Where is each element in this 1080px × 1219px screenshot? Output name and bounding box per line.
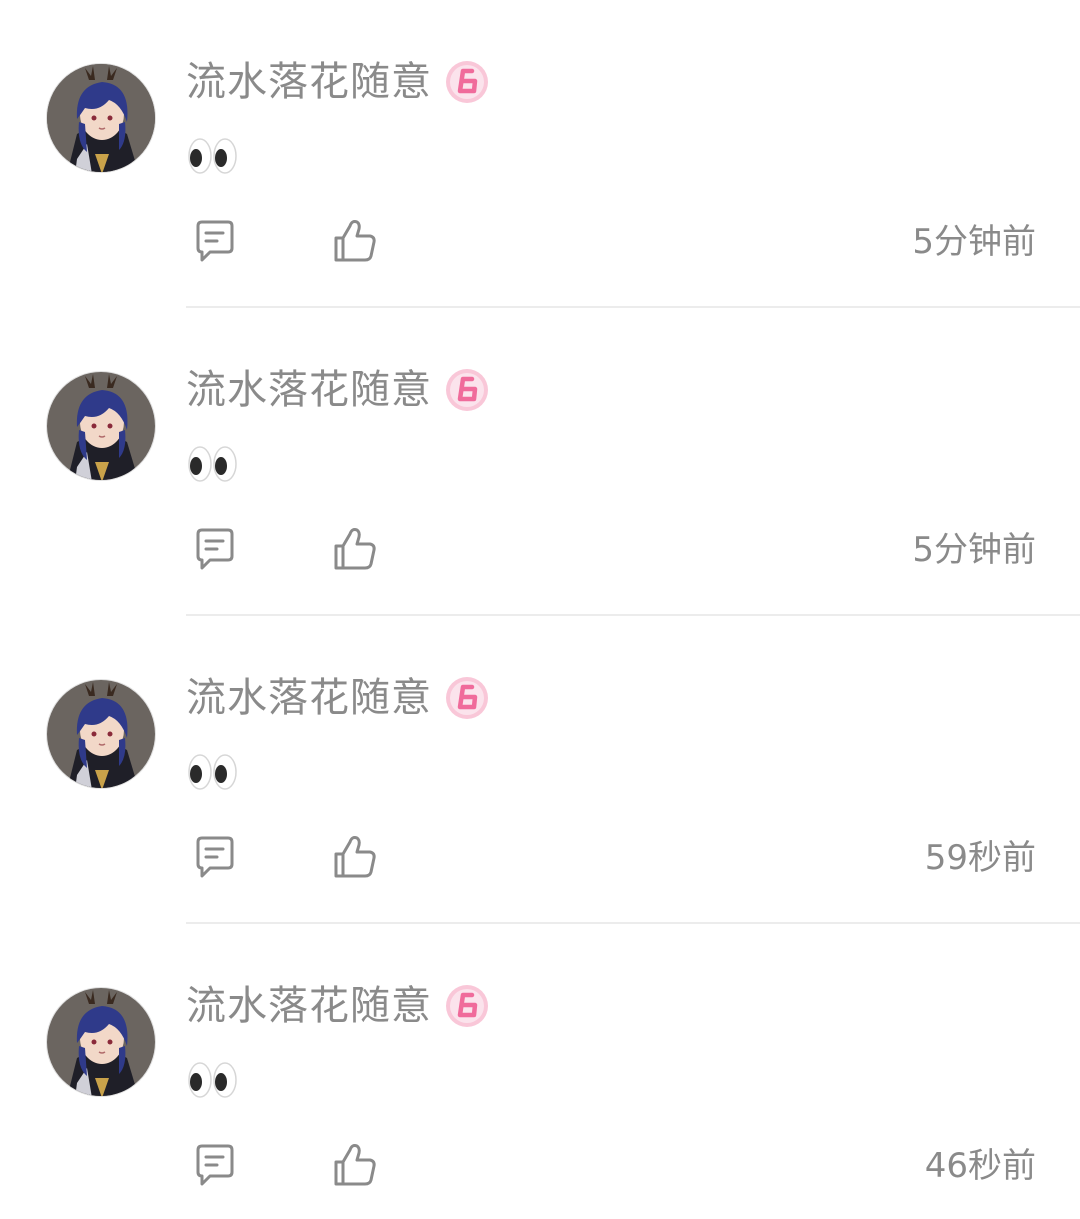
user-avatar[interactable] bbox=[46, 371, 156, 481]
thumbs-up-icon[interactable] bbox=[330, 216, 378, 264]
comment-actions: 5分钟前 bbox=[186, 214, 1036, 270]
eyes-emoji-icon bbox=[188, 136, 238, 176]
eyes-emoji-icon bbox=[188, 752, 238, 792]
comment-content bbox=[188, 132, 238, 180]
username-row: 流水落花随意 bbox=[186, 52, 490, 112]
user-avatar[interactable] bbox=[46, 63, 156, 173]
comment-actions: 59秒前 bbox=[186, 830, 1036, 886]
user-avatar[interactable] bbox=[46, 679, 156, 789]
comment-content bbox=[188, 440, 238, 488]
comment-time: 59秒前 bbox=[924, 838, 1036, 878]
eyes-emoji-icon bbox=[188, 444, 238, 484]
comment-item: 流水落花随意 bbox=[0, 616, 1080, 924]
eyes-emoji-icon bbox=[188, 1060, 238, 1100]
comment-actions: 5分钟前 bbox=[186, 522, 1036, 578]
username-row: 流水落花随意 bbox=[186, 976, 490, 1036]
thumbs-up-icon[interactable] bbox=[330, 832, 378, 880]
reply-bubble-icon[interactable] bbox=[190, 216, 238, 264]
comment-time: 5分钟前 bbox=[912, 222, 1036, 262]
comment-content bbox=[188, 748, 238, 796]
comment-content bbox=[188, 1056, 238, 1104]
username[interactable]: 流水落花随意 bbox=[186, 668, 432, 728]
username-row: 流水落花随意 bbox=[186, 668, 490, 728]
reply-bubble-icon[interactable] bbox=[190, 1140, 238, 1188]
reply-bubble-icon[interactable] bbox=[190, 832, 238, 880]
level-6-badge-icon bbox=[444, 675, 490, 721]
comment-item: 流水落花随意 bbox=[0, 308, 1080, 616]
level-6-badge-icon bbox=[444, 983, 490, 1029]
comment-time: 5分钟前 bbox=[912, 530, 1036, 570]
reply-bubble-icon[interactable] bbox=[190, 524, 238, 572]
level-6-badge-icon bbox=[444, 59, 490, 105]
comment-item: 流水落花随意 bbox=[0, 924, 1080, 1219]
thumbs-up-icon[interactable] bbox=[330, 524, 378, 572]
username[interactable]: 流水落花随意 bbox=[186, 976, 432, 1036]
username-row: 流水落花随意 bbox=[186, 360, 490, 420]
comment-item: 流水落花随意 bbox=[0, 0, 1080, 308]
user-avatar[interactable] bbox=[46, 987, 156, 1097]
username[interactable]: 流水落花随意 bbox=[186, 360, 432, 420]
comment-actions: 46秒前 bbox=[186, 1138, 1036, 1194]
comment-time: 46秒前 bbox=[924, 1146, 1036, 1186]
username[interactable]: 流水落花随意 bbox=[186, 52, 432, 112]
level-6-badge-icon bbox=[444, 367, 490, 413]
thumbs-up-icon[interactable] bbox=[330, 1140, 378, 1188]
